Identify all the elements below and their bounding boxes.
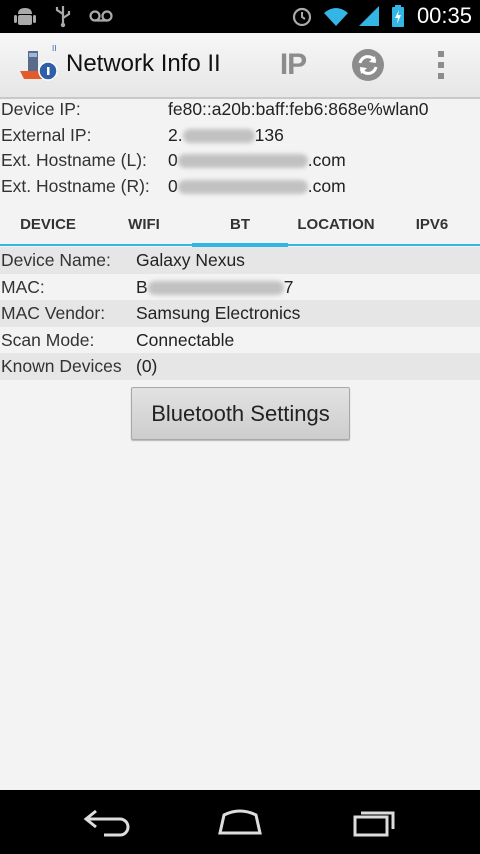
table-row: Scan Mode: Connectable: [0, 327, 480, 354]
table-row: Known Devices (0): [0, 353, 480, 380]
android-debug-icon: [14, 8, 36, 25]
value-prefix: 0: [168, 150, 178, 170]
tab-divider: [0, 244, 480, 246]
row-label: Device Name:: [1, 250, 111, 270]
row-value: Galaxy Nexus: [136, 250, 245, 270]
tab-device[interactable]: DEVICE: [0, 203, 96, 246]
info-value: 0 .com: [168, 174, 346, 200]
table-row: MAC: B7: [0, 274, 480, 301]
overflow-menu-button[interactable]: [420, 45, 462, 85]
value-prefix: 0: [168, 175, 178, 196]
info-value: fe80::a20b:baff:feb6:868e%wlan0: [168, 99, 429, 119]
action-bar: II Network Info II IP: [0, 33, 480, 99]
refresh-button[interactable]: [347, 45, 389, 85]
value-suffix: .com: [307, 175, 346, 196]
refresh-icon: [352, 49, 384, 81]
row-label: Scan Mode:: [1, 329, 95, 350]
value-prefix: B: [136, 276, 148, 297]
wifi-icon: [323, 8, 348, 26]
info-value: 0 .com: [168, 148, 346, 174]
row-label: Known Devices: [1, 356, 122, 377]
row-value: B7: [136, 274, 293, 301]
ip-button[interactable]: IP: [272, 45, 314, 85]
info-row-hostname-l: Ext. Hostname (L): 0 .com: [0, 148, 480, 174]
redacted-text: [147, 280, 284, 295]
info-label: Ext. Hostname (R):: [1, 175, 150, 196]
table-row: MAC Vendor: Samsung Electronics: [0, 300, 480, 327]
redacted-text: [177, 179, 308, 194]
tab-bt[interactable]: BT: [192, 203, 288, 246]
status-left-icons: [12, 4, 114, 28]
recent-apps-button[interactable]: [344, 802, 404, 842]
redacted-text: [177, 154, 308, 169]
redacted-text: [182, 128, 255, 143]
info-label: External IP:: [1, 124, 92, 145]
network-info-block: Device IP: fe80::a20b:baff:feb6:868e%wla…: [0, 97, 480, 199]
battery-charging-icon: [391, 5, 404, 27]
tab-wifi[interactable]: WIFI: [96, 203, 192, 246]
info-row-hostname-r: Ext. Hostname (R): 0 .com: [0, 174, 480, 200]
info-value: 2. 136: [168, 123, 284, 149]
row-label: MAC Vendor:: [1, 303, 106, 324]
bluetooth-settings-button[interactable]: Bluetooth Settings: [131, 387, 350, 440]
clock: 00:35: [416, 3, 472, 28]
value-suffix: 136: [254, 124, 284, 145]
info-row-device-ip: Device IP: fe80::a20b:baff:feb6:868e%wla…: [0, 97, 480, 123]
alarm-icon: [292, 7, 312, 27]
app-title: Network Info II: [66, 50, 221, 77]
status-bar: 00:35: [0, 0, 480, 33]
navigation-bar: [0, 790, 480, 854]
home-button[interactable]: [210, 802, 270, 842]
home-icon: [218, 809, 262, 835]
row-label: MAC:: [1, 276, 45, 297]
info-row-external-ip: External IP: 2. 136: [0, 123, 480, 149]
status-right-icons: 00:35: [289, 4, 472, 28]
info-label: Ext. Hostname (L):: [1, 150, 147, 170]
app-logo-icon[interactable]: II: [18, 45, 60, 85]
tab-strip: DEVICE WIFI BT LOCATION IPV6: [0, 203, 480, 248]
value-suffix: 7: [283, 276, 294, 297]
info-label: Device IP:: [1, 99, 81, 119]
recent-apps-icon: [353, 811, 395, 837]
back-icon: [83, 809, 130, 837]
back-button[interactable]: [77, 802, 137, 842]
row-value: Samsung Electronics: [136, 303, 301, 324]
usb-icon: [55, 6, 71, 28]
value-prefix: 2.: [168, 124, 183, 145]
row-value: Connectable: [136, 329, 235, 350]
svg-text:II: II: [52, 45, 56, 53]
row-value: (0): [136, 356, 158, 377]
signal-icon: [358, 6, 379, 26]
bt-details: Device Name: Galaxy Nexus MAC: B7 MAC Ve…: [0, 247, 480, 380]
table-row: Device Name: Galaxy Nexus: [0, 247, 480, 274]
tab-ipv6[interactable]: IPV6: [384, 203, 480, 246]
tab-location[interactable]: LOCATION: [288, 203, 384, 246]
voicemail-icon: [89, 10, 113, 22]
value-suffix: .com: [307, 150, 346, 170]
overflow-menu-icon: [438, 51, 444, 79]
